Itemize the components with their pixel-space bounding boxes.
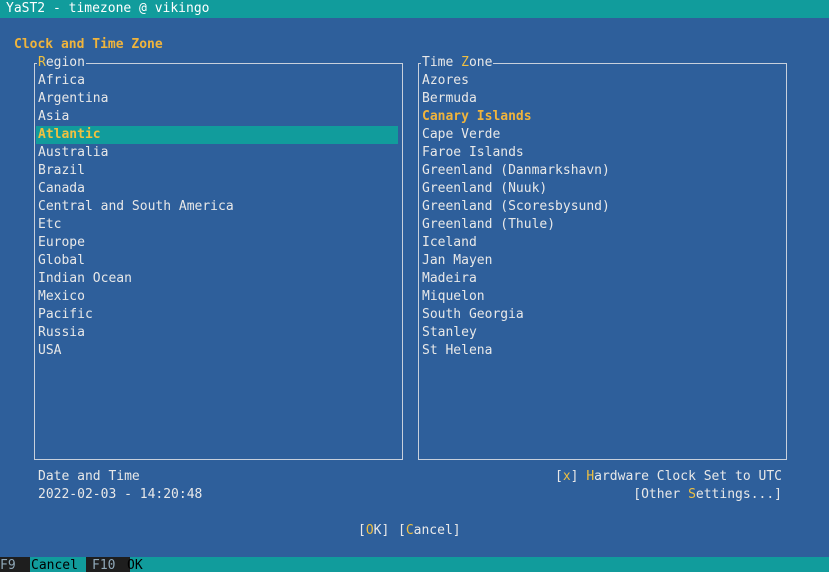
region-list-item[interactable]: Global <box>36 252 398 270</box>
f10-key[interactable]: F10 <box>86 557 130 572</box>
timezone-list-item[interactable]: Madeira <box>420 270 782 288</box>
timezone-list-item[interactable]: Greenland (Nuuk) <box>420 180 782 198</box>
region-label: Region <box>37 54 86 72</box>
timezone-list-item[interactable]: Canary Islands <box>420 108 782 126</box>
cancel-label: ancel] <box>413 523 461 538</box>
region-list-item[interactable]: Canada <box>36 180 398 198</box>
region-list-item[interactable]: Africa <box>36 72 398 90</box>
region-list-item[interactable]: Russia <box>36 324 398 342</box>
timezone-list-item[interactable]: Faroe Islands <box>420 144 782 162</box>
timezone-list-item[interactable]: Jan Mayen <box>420 252 782 270</box>
timezone-label-text: one <box>468 55 493 70</box>
region-label-text: egion <box>45 55 85 70</box>
f10-label[interactable]: OK <box>127 557 157 572</box>
hardware-clock-checkbox[interactable]: [x] Hardware Clock Set to UTC <box>555 468 782 486</box>
other-settings-prefix: [Other <box>633 487 689 502</box>
dialog-heading: Clock and Time Zone <box>14 37 163 52</box>
timezone-label-hotkey: Z <box>461 55 469 70</box>
hardware-clock-hotkey: H <box>586 469 595 484</box>
window-title: YaST2 - timezone @ vikingo <box>6 1 210 16</box>
region-label-hotkey: R <box>38 55 46 70</box>
timezone-label-prefix: Time <box>422 55 462 70</box>
timezone-list-item[interactable]: Iceland <box>420 234 782 252</box>
region-list-item[interactable]: Australia <box>36 144 398 162</box>
cancel-button[interactable]: [Cancel] <box>398 522 461 540</box>
datetime-value: 2022-02-03 - 14:20:48 <box>38 487 203 502</box>
region-list-item[interactable]: Central and South America <box>36 198 398 216</box>
cancel-hotkey: C <box>405 523 414 538</box>
other-settings-button[interactable]: [Other Settings...] <box>633 486 782 504</box>
timezone-list-item[interactable]: Greenland (Scoresbysund) <box>420 198 782 216</box>
region-list[interactable]: Africa Argentina Asia Atlantic Australia Braz… <box>36 72 398 360</box>
timezone-list-item[interactable]: St Helena <box>420 342 782 360</box>
timezone-list[interactable]: Azores Bermuda Canary Islands Cape Verde Far… <box>420 72 782 360</box>
region-list-item[interactable]: Etc <box>36 216 398 234</box>
timezone-list-item[interactable]: Azores <box>420 72 782 90</box>
timezone-list-item[interactable]: Greenland (Thule) <box>420 216 782 234</box>
ok-hotkey: O <box>365 523 374 538</box>
region-list-item[interactable]: Atlantic <box>36 126 398 144</box>
checkbox-close-bracket: ] <box>570 469 587 484</box>
datetime-label: Date and Time <box>38 469 140 484</box>
window-title-bar: YaST2 - timezone @ vikingo <box>0 0 829 18</box>
region-list-item[interactable]: Brazil <box>36 162 398 180</box>
f9-key[interactable]: F9 <box>0 557 30 572</box>
other-settings-text: ettings...] <box>695 487 782 502</box>
checkbox-mark: x <box>562 469 571 484</box>
ok-button[interactable]: [OK] <box>358 522 389 540</box>
timezone-list-item[interactable]: Bermuda <box>420 90 782 108</box>
hardware-clock-label: ardware Clock Set to UTC <box>594 469 782 484</box>
ok-open-bracket: [ <box>358 523 366 538</box>
function-key-bar: F9 Cancel F10 OK <box>0 557 829 572</box>
other-settings-hotkey: S <box>688 487 696 502</box>
region-list-item[interactable]: Argentina <box>36 90 398 108</box>
cancel-open-bracket: [ <box>398 523 406 538</box>
f9-label[interactable]: Cancel <box>31 557 85 572</box>
region-list-item[interactable]: Mexico <box>36 288 398 306</box>
timezone-list-item[interactable]: Stanley <box>420 324 782 342</box>
timezone-list-item[interactable]: Miquelon <box>420 288 782 306</box>
ok-label: K] <box>373 523 390 538</box>
region-list-item[interactable]: Indian Ocean <box>36 270 398 288</box>
region-list-item[interactable]: Europe <box>36 234 398 252</box>
checkbox-open-bracket: [ <box>555 469 563 484</box>
timezone-list-item[interactable]: Cape Verde <box>420 126 782 144</box>
timezone-list-item[interactable]: Greenland (Danmarkshavn) <box>420 162 782 180</box>
region-list-item[interactable]: Asia <box>36 108 398 126</box>
timezone-label: Time Zone <box>421 54 494 72</box>
timezone-list-item[interactable]: South Georgia <box>420 306 782 324</box>
region-list-item[interactable]: Pacific <box>36 306 398 324</box>
region-list-item[interactable]: USA <box>36 342 398 360</box>
